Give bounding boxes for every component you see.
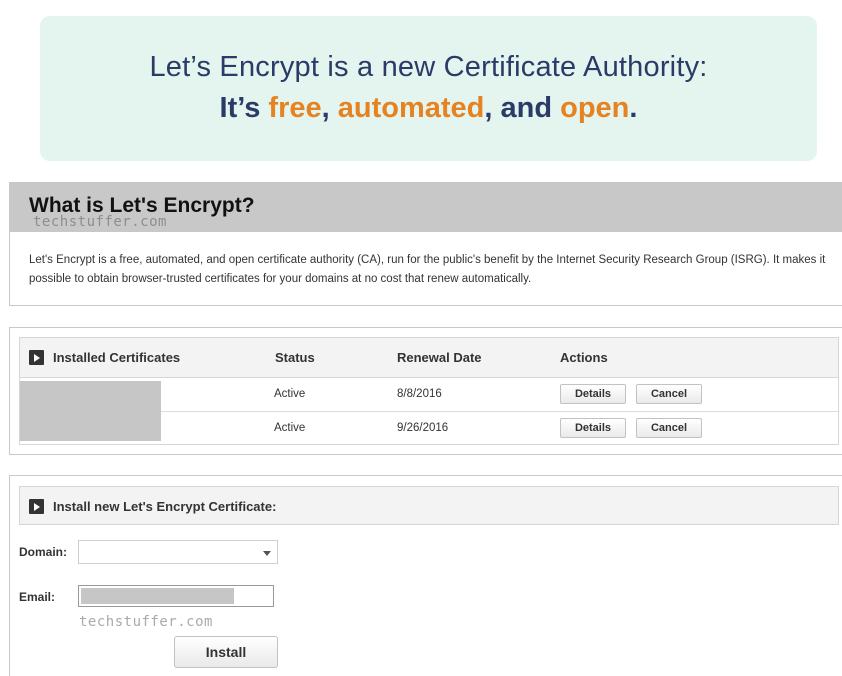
cancel-button[interactable]: Cancel xyxy=(636,384,702,404)
hero-banner: Let’s Encrypt is a new Certificate Autho… xyxy=(40,16,817,161)
cancel-button[interactable]: Cancel xyxy=(636,418,702,438)
certificates-table: Installed Certificates Status Renewal Da… xyxy=(19,337,839,445)
row-renewal-date: 8/8/2016 xyxy=(397,388,442,400)
tagline-comma: , xyxy=(321,92,338,124)
details-button[interactable]: Details xyxy=(560,384,626,404)
about-header: What is Let's Encrypt? techstuffer.com xyxy=(10,183,842,232)
watermark: techstuffer.com xyxy=(79,614,213,630)
redacted-domain-cell xyxy=(20,412,161,441)
tagline-free: free xyxy=(268,92,322,124)
chevron-down-icon[interactable] xyxy=(263,551,271,556)
tagline-open: open xyxy=(560,92,630,124)
redacted-email xyxy=(81,588,234,604)
row-renewal-date: 9/26/2016 xyxy=(397,422,449,434)
email-field[interactable] xyxy=(78,585,274,607)
domain-label: Domain: xyxy=(19,545,67,559)
column-renewal-date: Renewal Date xyxy=(397,350,482,365)
domain-select[interactable] xyxy=(78,540,278,564)
play-arrow-icon[interactable] xyxy=(29,499,44,514)
row-status: Active xyxy=(274,422,306,434)
about-description: Let's Encrypt is a free, automated, and … xyxy=(29,254,826,285)
play-arrow-icon[interactable] xyxy=(29,350,44,365)
details-button[interactable]: Details xyxy=(560,418,626,438)
about-section: What is Let's Encrypt? techstuffer.com L… xyxy=(9,182,842,306)
tagline-automated: automated xyxy=(337,92,485,124)
column-installed-certificates: Installed Certificates xyxy=(53,350,181,365)
redacted-domain-cell xyxy=(20,381,161,412)
table-row: Active 9/26/2016 Details Cancel xyxy=(20,412,838,446)
tagline-period: . xyxy=(629,92,638,124)
install-button[interactable]: Install xyxy=(174,636,278,668)
install-certificate-panel: Install new Let's Encrypt Certificate: D… xyxy=(9,475,842,676)
install-header: Install new Let's Encrypt Certificate: xyxy=(19,486,839,525)
installed-certificates-panel: Installed Certificates Status Renewal Da… xyxy=(9,327,842,455)
column-actions: Actions xyxy=(560,350,608,365)
column-status: Status xyxy=(275,350,315,365)
certificates-table-header: Installed Certificates Status Renewal Da… xyxy=(20,338,838,378)
tagline-prefix: It’s xyxy=(219,92,269,124)
row-status: Active xyxy=(274,388,306,400)
table-row: Active 8/8/2016 Details Cancel xyxy=(20,378,838,412)
hero-headline: Let’s Encrypt is a new Certificate Autho… xyxy=(149,51,708,83)
email-label: Email: xyxy=(19,590,56,604)
hero-tagline: It’s free, automated, and open. xyxy=(40,92,817,125)
watermark: techstuffer.com xyxy=(33,214,167,230)
tagline-and: , and xyxy=(484,92,561,124)
install-title: Install new Let's Encrypt Certificate: xyxy=(53,499,277,514)
